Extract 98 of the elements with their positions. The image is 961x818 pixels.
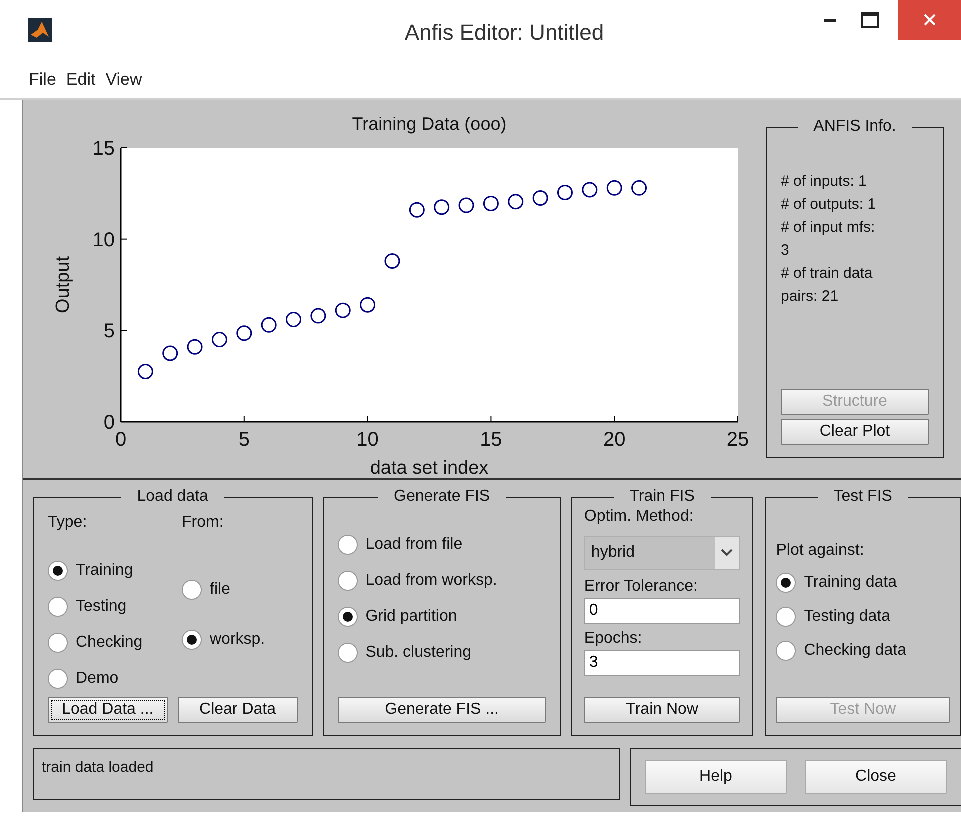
button[interactable]: Clear Data <box>178 697 298 723</box>
button[interactable]: Close <box>805 760 947 794</box>
data-point <box>360 297 376 313</box>
radio-label[interactable]: Testing <box>76 598 127 616</box>
button[interactable]: Generate FIS ... <box>338 697 546 723</box>
tick-label: 5 <box>238 429 250 451</box>
menu-item[interactable]: View <box>100 68 148 92</box>
minimize-icon <box>824 18 836 22</box>
tick-label: 10 <box>92 229 115 252</box>
radio-label[interactable]: Training <box>76 562 134 580</box>
data-point <box>310 308 326 324</box>
radio-button[interactable] <box>48 561 68 581</box>
radio-button[interactable] <box>48 669 68 689</box>
radio-button[interactable] <box>182 580 202 600</box>
data-point <box>212 332 228 348</box>
data-point <box>384 254 400 269</box>
panel-title: Test FIS <box>832 488 894 506</box>
radio-button[interactable] <box>182 630 202 650</box>
input-field[interactable]: 0 <box>584 598 740 624</box>
info-text: pairs: 21 <box>781 287 840 307</box>
data-point <box>236 326 252 342</box>
radio-button[interactable] <box>48 597 68 617</box>
from-label: From: <box>182 513 225 533</box>
close-button[interactable] <box>898 0 961 40</box>
window-title: Anfis Editor: Untitled <box>404 20 604 46</box>
radio-label[interactable]: Grid partition <box>366 608 458 626</box>
data-point <box>582 182 598 198</box>
method-label: Optim. Method: <box>584 507 695 527</box>
info-text: 3 <box>781 241 790 261</box>
data-point <box>138 364 154 380</box>
info-text: # of input mfs: <box>781 218 876 238</box>
app-icon <box>28 18 52 42</box>
data-point <box>409 202 425 218</box>
data-point <box>508 194 524 210</box>
maximize-icon <box>861 12 879 28</box>
close-icon <box>924 14 936 26</box>
radio-label[interactable]: Testing data <box>804 608 890 626</box>
input-field[interactable]: 3 <box>584 650 740 676</box>
chart-title: Training Data (ooo) <box>352 114 507 134</box>
type-label: Type: <box>48 513 88 533</box>
data-point <box>632 180 648 196</box>
panel-title: Train FIS <box>628 488 696 506</box>
panel-title: Load data <box>136 488 210 506</box>
axis-label: Output <box>53 256 74 314</box>
data-point <box>286 312 302 328</box>
status-message: train data loaded <box>33 748 620 800</box>
tick-label: 0 <box>104 412 115 434</box>
method-dropdown[interactable]: hybrid <box>584 536 740 570</box>
radio-button[interactable] <box>776 641 796 661</box>
info-text: # of outputs: 1 <box>781 195 878 215</box>
radio-label[interactable]: Load from file <box>366 536 463 554</box>
button[interactable]: Help <box>645 760 787 794</box>
button[interactable]: Load Data ... <box>48 697 168 723</box>
data-point <box>162 346 178 362</box>
axis-label: data set index <box>370 458 489 478</box>
data-point <box>434 200 450 216</box>
info-text: # of train data <box>781 264 874 284</box>
radio-button[interactable] <box>48 633 68 653</box>
radio-button[interactable] <box>338 607 358 627</box>
tick-label: 20 <box>603 429 626 451</box>
radio-label[interactable]: Checking <box>76 634 143 652</box>
plot-against-label: Plot against: <box>776 541 866 561</box>
chevron-icon <box>721 549 734 557</box>
radio-button[interactable] <box>338 643 358 663</box>
radio-button[interactable] <box>776 607 796 627</box>
epochs-label: Epochs: <box>584 629 644 649</box>
tick-label: 15 <box>92 138 115 160</box>
data-point <box>261 317 277 333</box>
radio-label[interactable]: Load from worksp. <box>366 572 498 590</box>
panel-title: ANFIS Info. <box>812 118 898 136</box>
radio-button[interactable] <box>776 573 796 593</box>
data-point <box>335 302 351 318</box>
radio-label[interactable]: worksp. <box>210 631 266 649</box>
radio-label[interactable]: Demo <box>76 670 119 688</box>
tick-label: 0 <box>115 429 127 451</box>
radio-label[interactable]: Training data <box>804 574 898 592</box>
radio-button[interactable] <box>338 571 358 591</box>
button[interactable]: Train Now <box>584 697 740 723</box>
radio-label[interactable]: Sub. clustering <box>366 644 472 662</box>
tolerance-label: Error Tolerance: <box>584 577 699 597</box>
panel-title: Generate FIS <box>393 488 492 506</box>
tick-label: 10 <box>356 429 379 451</box>
data-point <box>458 198 474 214</box>
info-text: # of inputs: 1 <box>781 172 868 192</box>
radio-label[interactable]: file <box>210 581 230 599</box>
menu-item[interactable]: File <box>24 68 62 92</box>
menu-item[interactable]: Edit <box>61 68 101 92</box>
tick-label: 25 <box>726 429 750 451</box>
tick-label: 15 <box>480 429 502 451</box>
data-point <box>483 196 499 212</box>
button[interactable]: Clear Plot <box>781 419 929 445</box>
data-point <box>606 180 622 196</box>
data-point <box>187 339 203 355</box>
tick-label: 5 <box>104 320 115 343</box>
data-point <box>558 185 573 200</box>
radio-label[interactable]: Checking data <box>804 642 907 660</box>
data-point <box>532 190 548 206</box>
radio-button[interactable] <box>338 535 358 555</box>
